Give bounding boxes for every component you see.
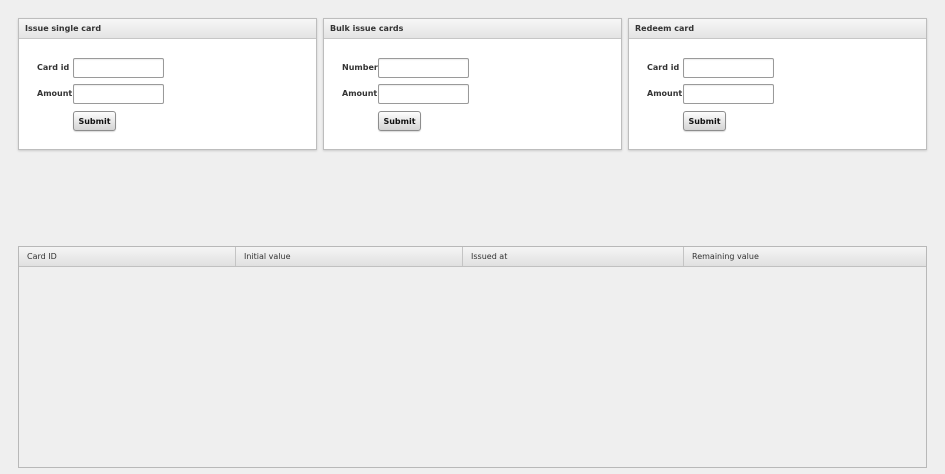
card-id-input[interactable]	[683, 58, 774, 78]
issue-single-card-panel: Issue single card Card id Amount Submit	[18, 18, 317, 150]
amount-input[interactable]	[683, 84, 774, 104]
cards-grid: Card ID Initial value Issued at Remainin…	[18, 246, 927, 468]
amount-input[interactable]	[73, 84, 164, 104]
column-header-initial-value[interactable]: Initial value	[236, 247, 463, 266]
amount-label: Amount	[342, 89, 378, 98]
number-row: Number	[324, 58, 621, 78]
grid-body	[19, 267, 926, 467]
card-id-input[interactable]	[73, 58, 164, 78]
panel-title: Issue single card	[19, 19, 316, 39]
card-id-row: Card id	[19, 58, 316, 78]
column-header-remaining-value[interactable]: Remaining value	[684, 247, 926, 266]
card-id-label: Card id	[647, 63, 680, 72]
panel-title: Bulk issue cards	[324, 19, 621, 39]
amount-row: Amount	[324, 84, 621, 104]
submit-button[interactable]: Submit	[683, 111, 726, 131]
card-id-row: Card id	[629, 58, 926, 78]
redeem-card-panel: Redeem card Card id Amount Submit	[628, 18, 927, 150]
submit-button[interactable]: Submit	[378, 111, 421, 131]
column-header-issued-at[interactable]: Issued at	[463, 247, 684, 266]
amount-input[interactable]	[378, 84, 469, 104]
column-header-card-id[interactable]: Card ID	[19, 247, 236, 266]
bulk-issue-cards-panel: Bulk issue cards Number Amount Submit	[323, 18, 622, 150]
number-label: Number	[342, 63, 378, 72]
grid-header: Card ID Initial value Issued at Remainin…	[19, 247, 926, 267]
amount-label: Amount	[37, 89, 73, 98]
panel-title: Redeem card	[629, 19, 926, 39]
amount-label: Amount	[647, 89, 683, 98]
submit-button[interactable]: Submit	[73, 111, 116, 131]
amount-row: Amount	[629, 84, 926, 104]
amount-row: Amount	[19, 84, 316, 104]
number-input[interactable]	[378, 58, 469, 78]
card-id-label: Card id	[37, 63, 70, 72]
